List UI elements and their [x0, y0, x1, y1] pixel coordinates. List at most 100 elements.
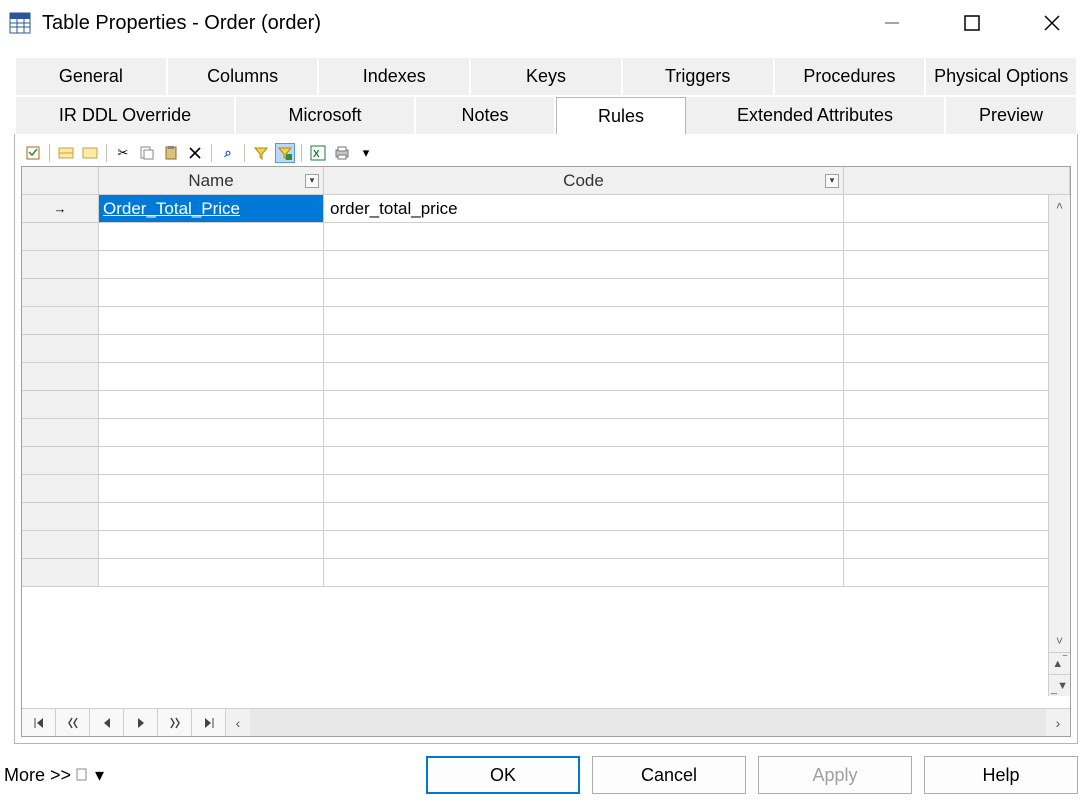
cell-extra[interactable] — [844, 335, 1070, 363]
apply-button[interactable]: Apply — [758, 756, 912, 794]
close-button[interactable] — [1012, 0, 1092, 46]
row-handle[interactable] — [22, 391, 99, 419]
tab-extended-attributes[interactable]: Extended Attributes — [686, 97, 946, 134]
table-row[interactable] — [22, 475, 1070, 503]
table-row[interactable] — [22, 391, 1070, 419]
cell-name[interactable] — [99, 475, 324, 503]
row-handle[interactable] — [22, 279, 99, 307]
cell-name[interactable] — [99, 391, 324, 419]
vertical-scrollbar[interactable]: ˄ ˅ ▲‾ _▼ — [1048, 195, 1070, 696]
excel-export-icon[interactable]: X — [308, 143, 328, 163]
hscroll-track[interactable] — [250, 709, 1046, 736]
table-row[interactable] — [22, 251, 1070, 279]
cell-code[interactable] — [324, 447, 844, 475]
tab-indexes[interactable]: Indexes — [319, 58, 471, 95]
find-icon[interactable]: ⌕ — [218, 143, 238, 163]
cell-code[interactable] — [324, 503, 844, 531]
row-handle[interactable] — [22, 559, 99, 587]
filter-icon[interactable] — [251, 143, 271, 163]
tab-columns[interactable]: Columns — [168, 58, 320, 95]
cell-extra[interactable] — [844, 531, 1070, 559]
cell-code[interactable] — [324, 335, 844, 363]
cell-extra[interactable] — [844, 447, 1070, 475]
properties-icon[interactable] — [23, 143, 43, 163]
toolbar-dropdown-icon[interactable]: ▾ — [356, 143, 376, 163]
cell-name[interactable]: Order_Total_Price — [99, 195, 324, 223]
table-row[interactable] — [22, 363, 1070, 391]
cell-code[interactable] — [324, 223, 844, 251]
nav-next-icon[interactable] — [124, 709, 158, 736]
nav-prev-icon[interactable] — [90, 709, 124, 736]
column-header-code[interactable]: Code ▾ — [324, 167, 844, 195]
cell-name[interactable] — [99, 279, 324, 307]
cell-extra[interactable] — [844, 223, 1070, 251]
scroll-jump-bottom-icon[interactable]: _▼ — [1049, 674, 1070, 696]
cell-extra[interactable] — [844, 195, 1070, 223]
row-handle[interactable] — [22, 531, 99, 559]
cell-name[interactable] — [99, 307, 324, 335]
horizontal-scrollbar[interactable]: ‹ › — [226, 709, 1070, 736]
cancel-button[interactable]: Cancel — [592, 756, 746, 794]
cell-name[interactable] — [99, 251, 324, 279]
cell-extra[interactable] — [844, 363, 1070, 391]
add-row-icon[interactable] — [80, 143, 100, 163]
column-header-name[interactable]: Name ▾ — [99, 167, 324, 195]
cell-code[interactable] — [324, 559, 844, 587]
hscroll-right-icon[interactable]: › — [1046, 709, 1070, 736]
cell-extra[interactable] — [844, 475, 1070, 503]
row-handle[interactable] — [22, 447, 99, 475]
paste-icon[interactable] — [161, 143, 181, 163]
table-row[interactable] — [22, 335, 1070, 363]
tab-preview[interactable]: Preview — [946, 97, 1078, 134]
table-row[interactable] — [22, 447, 1070, 475]
hscroll-left-icon[interactable]: ‹ — [226, 709, 250, 736]
row-handle[interactable] — [22, 307, 99, 335]
tab-ir-ddl-override[interactable]: IR DDL Override — [16, 97, 236, 134]
nav-next-page-icon[interactable] — [158, 709, 192, 736]
table-row[interactable] — [22, 419, 1070, 447]
table-row[interactable] — [22, 279, 1070, 307]
cell-name[interactable] — [99, 335, 324, 363]
row-handle[interactable] — [22, 363, 99, 391]
tab-microsoft[interactable]: Microsoft — [236, 97, 416, 134]
row-handle[interactable] — [22, 223, 99, 251]
cell-name[interactable] — [99, 531, 324, 559]
table-row[interactable] — [22, 559, 1070, 587]
cell-code[interactable] — [324, 531, 844, 559]
cell-code[interactable] — [324, 279, 844, 307]
row-handle[interactable] — [22, 251, 99, 279]
ok-button[interactable]: OK — [426, 756, 580, 794]
row-handle[interactable] — [22, 475, 99, 503]
more-button[interactable]: More >> ▾ — [0, 765, 108, 786]
cell-extra[interactable] — [844, 307, 1070, 335]
cell-extra[interactable] — [844, 503, 1070, 531]
cell-code[interactable] — [324, 419, 844, 447]
cell-extra[interactable] — [844, 391, 1070, 419]
print-icon[interactable] — [332, 143, 352, 163]
tab-procedures[interactable]: Procedures — [775, 58, 927, 95]
table-row[interactable] — [22, 223, 1070, 251]
row-handle-current-icon[interactable]: → — [22, 195, 99, 223]
cut-icon[interactable]: ✂ — [113, 143, 133, 163]
cell-name[interactable] — [99, 503, 324, 531]
cell-code[interactable] — [324, 391, 844, 419]
row-handle[interactable] — [22, 419, 99, 447]
row-handle[interactable] — [22, 335, 99, 363]
copy-icon[interactable] — [137, 143, 157, 163]
cell-extra[interactable] — [844, 559, 1070, 587]
nav-prev-page-icon[interactable] — [56, 709, 90, 736]
code-column-dropdown-icon[interactable]: ▾ — [825, 174, 839, 188]
minimize-button[interactable] — [852, 0, 932, 46]
table-row[interactable] — [22, 503, 1070, 531]
row-header-corner[interactable] — [22, 167, 99, 195]
cell-name[interactable] — [99, 419, 324, 447]
cell-name[interactable] — [99, 363, 324, 391]
tab-triggers[interactable]: Triggers — [623, 58, 775, 95]
table-row[interactable] — [22, 307, 1070, 335]
nav-first-icon[interactable] — [22, 709, 56, 736]
tab-keys[interactable]: Keys — [471, 58, 623, 95]
tab-rules[interactable]: Rules — [556, 97, 686, 135]
cell-code[interactable] — [324, 475, 844, 503]
nav-last-icon[interactable] — [192, 709, 226, 736]
cell-extra[interactable] — [844, 419, 1070, 447]
